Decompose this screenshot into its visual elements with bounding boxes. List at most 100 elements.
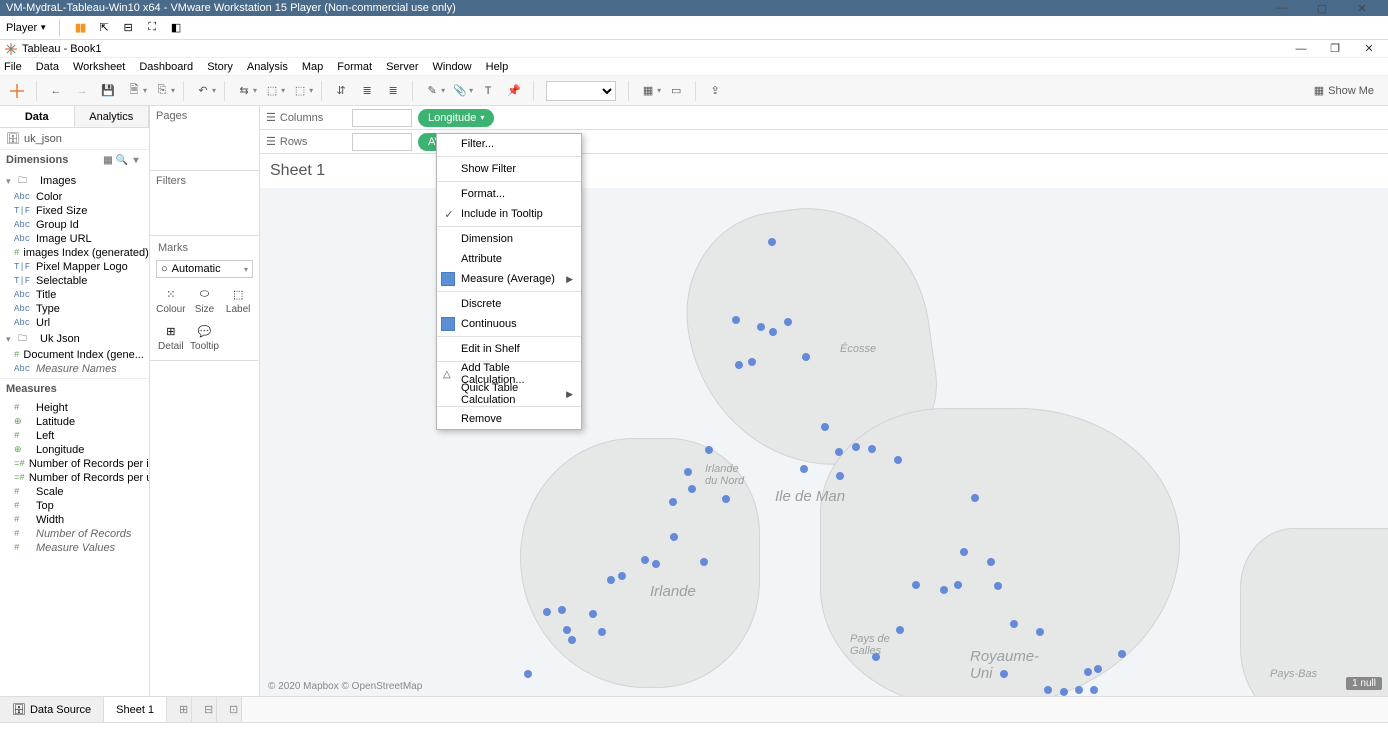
mark-label[interactable]: ⬚Label	[221, 282, 255, 319]
mark-colour[interactable]: ⁙Colour	[154, 282, 188, 319]
data-point[interactable]	[641, 556, 649, 564]
tab-data[interactable]: Data	[0, 106, 75, 127]
pages-shelf[interactable]: Pages	[150, 106, 259, 171]
vmware-minimize[interactable]: —	[1262, 2, 1302, 14]
data-point[interactable]	[835, 448, 843, 456]
sort-asc-icon[interactable]: ⬚	[261, 80, 283, 102]
data-point[interactable]	[1060, 688, 1068, 696]
vmware-player-menu[interactable]: Player▼	[6, 22, 47, 34]
menu-file[interactable]: File	[4, 61, 22, 73]
context-menu-item[interactable]: Filter...	[437, 134, 581, 154]
tab-sheet1[interactable]: Sheet 1	[104, 697, 167, 722]
data-point[interactable]	[872, 653, 880, 661]
data-point[interactable]	[598, 628, 606, 636]
menu-analysis[interactable]: Analysis	[247, 61, 288, 73]
new-worksheet-icon[interactable]: ⎘	[151, 80, 173, 102]
data-point[interactable]	[1084, 668, 1092, 676]
folder-row[interactable]: ▾🗀Images	[0, 172, 149, 190]
group-icon[interactable]: 📎	[449, 80, 471, 102]
data-point[interactable]	[768, 238, 776, 246]
columns-shelf[interactable]: ☰Columns Longitude▾	[260, 106, 1388, 130]
data-point[interactable]	[684, 468, 692, 476]
field-row[interactable]: AbcColor	[0, 190, 149, 204]
data-point[interactable]	[1090, 686, 1098, 694]
field-row[interactable]: AbcTitle	[0, 288, 149, 302]
data-point[interactable]	[987, 558, 995, 566]
data-point[interactable]	[558, 606, 566, 614]
data-point[interactable]	[652, 560, 660, 568]
field-row[interactable]: #Width	[0, 513, 149, 527]
view-icon[interactable]: ▦	[101, 155, 115, 166]
data-point[interactable]	[852, 443, 860, 451]
mark-type-select[interactable]: ○ Automatic ▾	[156, 260, 253, 278]
pause-icon[interactable]: ▮▮	[72, 20, 88, 36]
mark-tooltip[interactable]: 💬Tooltip	[188, 319, 222, 356]
field-row[interactable]: #Measure Values	[0, 541, 149, 555]
data-point[interactable]	[524, 670, 532, 678]
data-point[interactable]	[735, 361, 743, 369]
data-point[interactable]	[868, 445, 876, 453]
field-row[interactable]: #images Index (generated)	[0, 246, 149, 260]
field-row[interactable]: T|FFixed Size	[0, 204, 149, 218]
sort-b-icon[interactable]: ≣	[382, 80, 404, 102]
pin-icon[interactable]: ⇵	[330, 80, 352, 102]
field-row[interactable]: #Left	[0, 429, 149, 443]
data-point[interactable]	[722, 495, 730, 503]
field-row[interactable]: #Height	[0, 401, 149, 415]
context-menu-item[interactable]: Dimension	[437, 229, 581, 249]
data-point[interactable]	[618, 572, 626, 580]
null-badge[interactable]: 1 null	[1346, 677, 1382, 690]
sheet-title[interactable]: Sheet 1	[260, 154, 1388, 188]
data-point[interactable]	[589, 610, 597, 618]
data-point[interactable]	[960, 548, 968, 556]
field-row[interactable]: ⊕Latitude	[0, 415, 149, 429]
data-point[interactable]	[1044, 686, 1052, 694]
menu-window[interactable]: Window	[433, 61, 472, 73]
data-point[interactable]	[607, 576, 615, 584]
mark-detail[interactable]: ⊞Detail	[154, 319, 188, 356]
data-point[interactable]	[802, 353, 810, 361]
menu-server[interactable]: Server	[386, 61, 418, 73]
forward-icon[interactable]: →	[71, 80, 93, 102]
data-point[interactable]	[800, 465, 808, 473]
tableau-restore[interactable]: ❐	[1320, 42, 1350, 55]
data-point[interactable]	[971, 494, 979, 502]
data-point[interactable]	[894, 456, 902, 464]
context-menu-item[interactable]: Remove	[437, 409, 581, 429]
fullscreen-icon[interactable]: ⛶	[144, 20, 160, 36]
menu-icon[interactable]: ▾	[129, 155, 143, 166]
data-point[interactable]	[912, 581, 920, 589]
data-point[interactable]	[1000, 670, 1008, 678]
sort-desc-icon[interactable]: ⬚	[289, 80, 311, 102]
new-worksheet-tab[interactable]: ⊞	[167, 697, 192, 722]
field-row[interactable]: #Document Index (gene...	[0, 348, 149, 362]
menu-data[interactable]: Data	[36, 61, 59, 73]
context-menu-item[interactable]: Show Filter	[437, 159, 581, 179]
data-point[interactable]	[563, 626, 571, 634]
mark-size[interactable]: ⬭Size	[188, 282, 222, 319]
menu-format[interactable]: Format	[337, 61, 372, 73]
rows-shelf[interactable]: ☰Rows AVG(Latitude)▾	[260, 130, 1388, 154]
share-icon[interactable]: ⇪	[704, 80, 726, 102]
show-cards-icon[interactable]: ▦	[637, 80, 659, 102]
search-icon[interactable]: 🔍	[115, 155, 129, 166]
field-row[interactable]: AbcImage URL	[0, 232, 149, 246]
data-point[interactable]	[1010, 620, 1018, 628]
data-point[interactable]	[705, 446, 713, 454]
menu-worksheet[interactable]: Worksheet	[73, 61, 125, 73]
field-row[interactable]: T|FPixel Mapper Logo	[0, 260, 149, 274]
field-row[interactable]: #Scale	[0, 485, 149, 499]
tableau-close[interactable]: ✕	[1354, 42, 1384, 55]
field-row[interactable]: =#Number of Records per i...	[0, 457, 149, 471]
highlight-icon[interactable]: ✎	[421, 80, 443, 102]
data-point[interactable]	[1036, 628, 1044, 636]
data-point[interactable]	[836, 472, 844, 480]
tableau-start-icon[interactable]	[6, 80, 28, 102]
context-menu-item[interactable]: Edit in Shelf	[437, 339, 581, 359]
context-menu-item[interactable]: Continuous	[437, 314, 581, 334]
context-menu-item[interactable]: ✓Include in Tooltip	[437, 204, 581, 224]
field-row[interactable]: #Top	[0, 499, 149, 513]
context-menu-item[interactable]: Measure (Average)▶	[437, 269, 581, 289]
columns-pill[interactable]: Longitude▾	[418, 109, 494, 127]
field-row[interactable]: AbcMeasure Names	[0, 362, 149, 376]
